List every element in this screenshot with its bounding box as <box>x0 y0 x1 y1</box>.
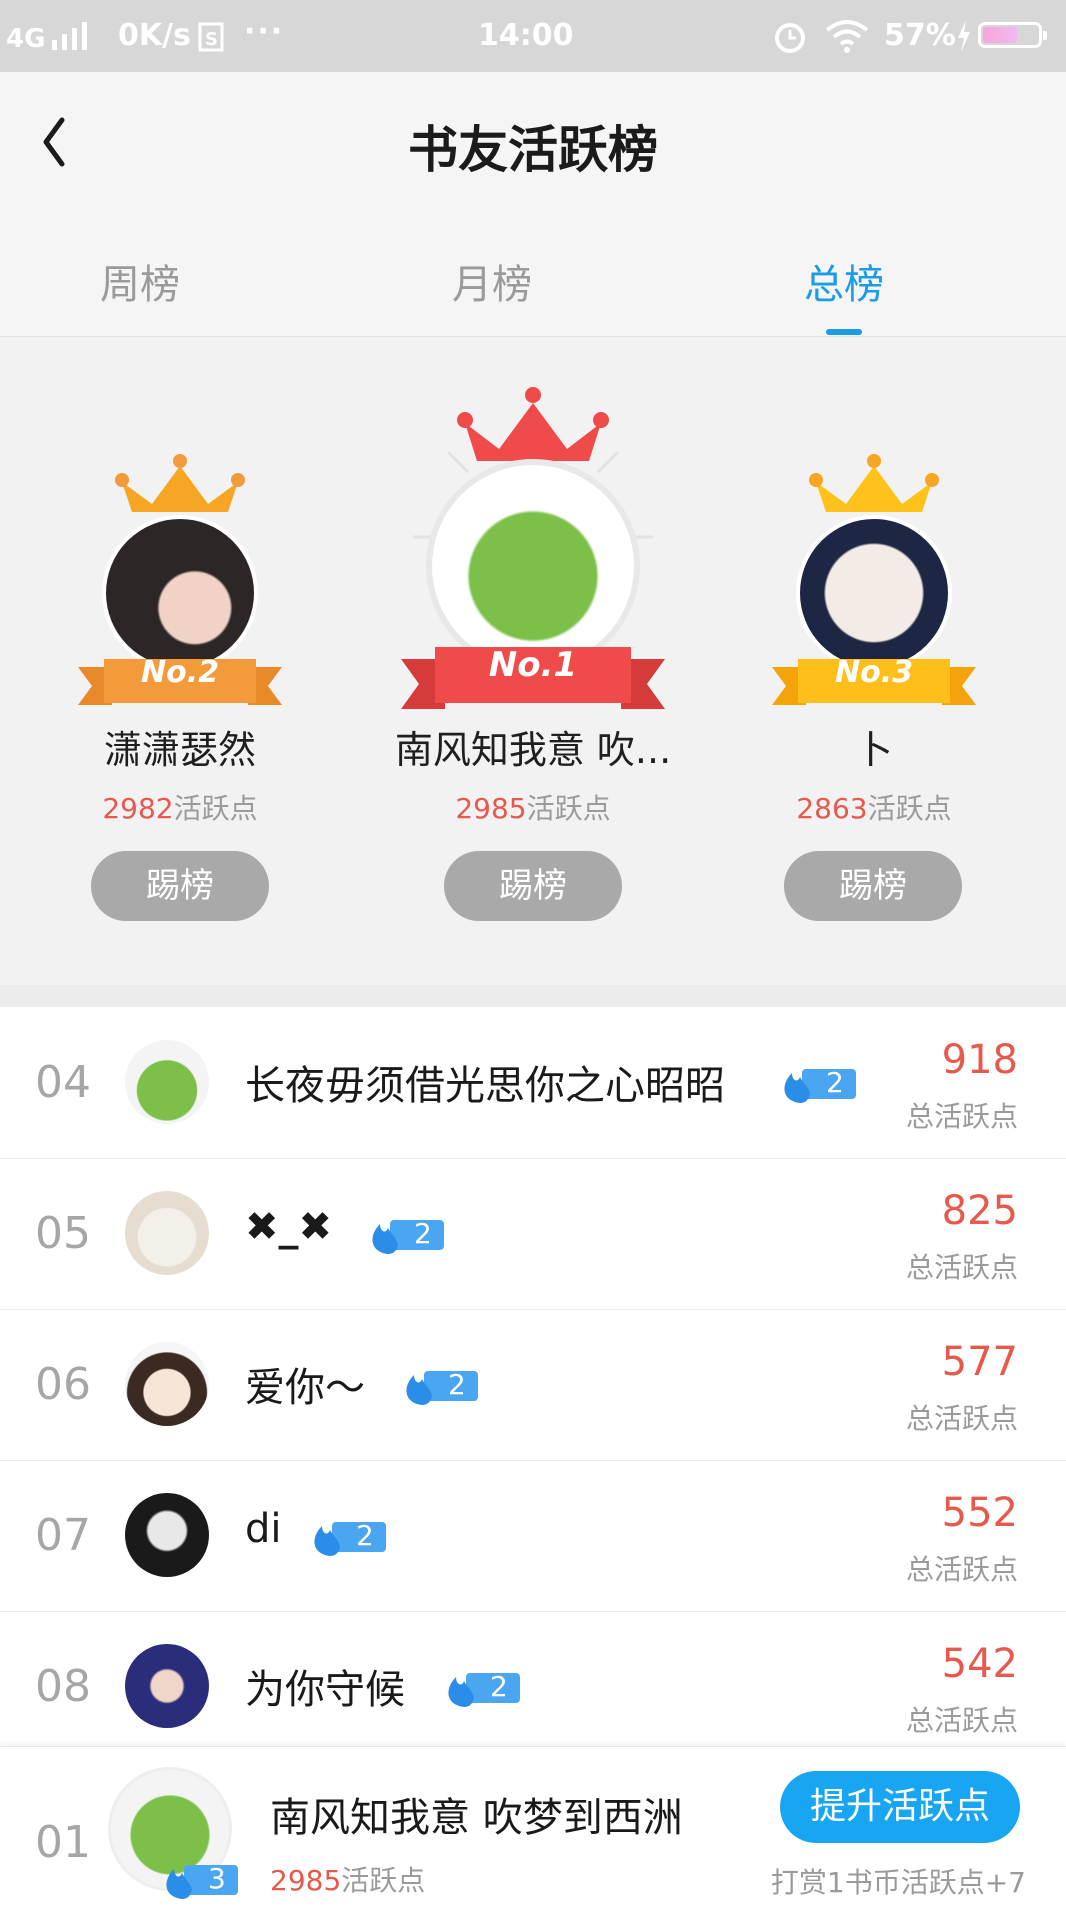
avatar <box>125 1644 209 1728</box>
podium-name: 潇潇瑟然 <box>103 728 256 772</box>
flame-icon <box>448 1673 520 1707</box>
score-label: 总活跃点 <box>905 1100 1018 1133</box>
flame-icon <box>784 1069 856 1103</box>
charging-icon <box>958 20 970 52</box>
svg-text:S: S <box>205 29 218 50</box>
list-item[interactable]: 07 di 2 552 总活跃点 <box>0 1460 1066 1612</box>
kick-button[interactable]: 踢榜 <box>784 851 962 921</box>
rank-number: 04 <box>35 1057 91 1108</box>
rank-label: No.3 <box>835 655 913 690</box>
kick-button[interactable]: 踢榜 <box>91 851 269 921</box>
level-number: 2 <box>448 1368 466 1401</box>
podium-points: 2982活跃点 <box>102 792 258 825</box>
avatar[interactable] <box>102 515 258 671</box>
flame-icon <box>166 1865 238 1899</box>
podium-name: 卜 <box>854 728 893 772</box>
level-badge: 2 <box>442 1667 520 1707</box>
header: 书友活跃榜 <box>0 72 1066 212</box>
user-points: 2985活跃点 <box>270 1864 426 1897</box>
score: 918 <box>941 1037 1018 1083</box>
avatar <box>125 1040 209 1124</box>
rank-number: 05 <box>35 1208 91 1259</box>
tab-monthly[interactable]: 月榜 <box>392 252 592 310</box>
score-label: 总活跃点 <box>905 1402 1018 1435</box>
status-bar: 4G 0K/s S ··· 14:00 57% <box>0 0 1066 72</box>
flame-icon <box>372 1220 444 1254</box>
rank-number: 01 <box>35 1817 91 1868</box>
crown-icon <box>115 454 245 512</box>
podium-name: 南风知我意 吹... <box>394 728 672 772</box>
level-number: 2 <box>826 1066 844 1099</box>
network-speed: 0K/s <box>118 18 191 53</box>
my-rank-bar: 01 3 南风知我意 吹梦到西洲 2985活跃点 提升活跃点 打赏1书币活跃点+… <box>0 1746 1066 1917</box>
alarm-icon <box>775 23 805 53</box>
level-number: 2 <box>356 1519 374 1552</box>
tab-weekly[interactable]: 周榜 <box>40 252 240 310</box>
section-divider <box>0 985 1066 1007</box>
reward-note: 打赏1书币活跃点+7 <box>770 1866 1026 1899</box>
avatar[interactable] <box>796 515 952 671</box>
user-name: 南风知我意 吹梦到西洲 <box>270 1795 683 1841</box>
rank-label: No.1 <box>488 645 578 685</box>
wifi-icon <box>825 20 869 53</box>
avatar <box>125 1493 209 1577</box>
podium-points: 2863活跃点 <box>796 792 952 825</box>
level-number: 2 <box>490 1670 508 1703</box>
network-type: 4G <box>6 24 46 54</box>
user-name: 长夜毋须借光思你之心昭昭 <box>245 1063 725 1109</box>
level-badge: 2 <box>778 1063 856 1103</box>
kick-button[interactable]: 踢榜 <box>444 851 622 921</box>
tab-indicator <box>826 329 862 335</box>
list-item[interactable]: 06 爱你～ 2 577 总活跃点 <box>0 1309 1066 1461</box>
rank-number: 06 <box>35 1359 91 1410</box>
podium-points: 2985活跃点 <box>455 792 611 825</box>
podium-third: No.3 卜 2863活跃点 踢榜 <box>754 337 994 985</box>
signal-icon <box>52 22 87 50</box>
score: 552 <box>941 1490 1018 1536</box>
tab-total[interactable]: 总榜 <box>744 252 944 310</box>
user-name: di <box>245 1506 282 1552</box>
boost-activity-button[interactable]: 提升活跃点 <box>780 1771 1020 1843</box>
user-name: 爱你～ <box>245 1365 365 1411</box>
rank-number: 07 <box>35 1510 91 1561</box>
list-item[interactable]: 05 ✖_✖ 2 825 总活跃点 <box>0 1158 1066 1310</box>
page-title: 书友活跃榜 <box>408 121 658 179</box>
crown-icon <box>457 387 609 461</box>
score: 825 <box>941 1188 1018 1234</box>
podium-second: No.2 潇潇瑟然 2982活跃点 踢榜 <box>60 337 300 985</box>
score-label: 总活跃点 <box>905 1704 1018 1737</box>
score-label: 总活跃点 <box>905 1251 1018 1284</box>
user-name: ✖_✖ <box>245 1204 333 1250</box>
score-label: 总活跃点 <box>905 1553 1018 1586</box>
rank-label: No.2 <box>141 655 219 690</box>
user-name: 为你守候 <box>245 1667 405 1713</box>
list-item[interactable]: 04 长夜毋须借光思你之心昭昭 2 918 总活跃点 <box>0 1007 1066 1159</box>
tab-bar: 周榜 月榜 总榜 <box>0 212 1066 337</box>
sim-icon: S <box>198 22 224 52</box>
podium-first: No.1 南风知我意 吹... 2985活跃点 踢榜 <box>383 337 683 985</box>
avatar <box>125 1342 209 1426</box>
list-item[interactable]: 08 为你守候 2 542 总活跃点 <box>0 1611 1066 1763</box>
flame-icon <box>314 1522 386 1556</box>
level-number: 2 <box>414 1217 432 1250</box>
battery-icon <box>978 22 1047 48</box>
score: 542 <box>941 1641 1018 1687</box>
clock: 14:00 <box>478 18 574 53</box>
crown-icon <box>809 454 939 512</box>
level-badge: 2 <box>308 1516 386 1556</box>
level-badge: 3 <box>160 1859 238 1899</box>
podium: No.2 潇潇瑟然 2982活跃点 踢榜 No.1 南风知我意 吹... 298… <box>0 337 1066 985</box>
flame-icon <box>406 1371 478 1405</box>
more-dots-icon: ··· <box>244 14 285 49</box>
level-badge: 2 <box>400 1365 478 1405</box>
score: 577 <box>941 1339 1018 1385</box>
battery-percent: 57% <box>884 18 956 53</box>
avatar <box>125 1191 209 1275</box>
level-number: 3 <box>208 1862 226 1895</box>
ranking-list: 04 长夜毋须借光思你之心昭昭 2 918 总活跃点 05 ✖_✖ 2 825 … <box>0 1007 1066 1763</box>
level-badge: 2 <box>366 1214 444 1254</box>
rank-number: 08 <box>35 1661 91 1712</box>
